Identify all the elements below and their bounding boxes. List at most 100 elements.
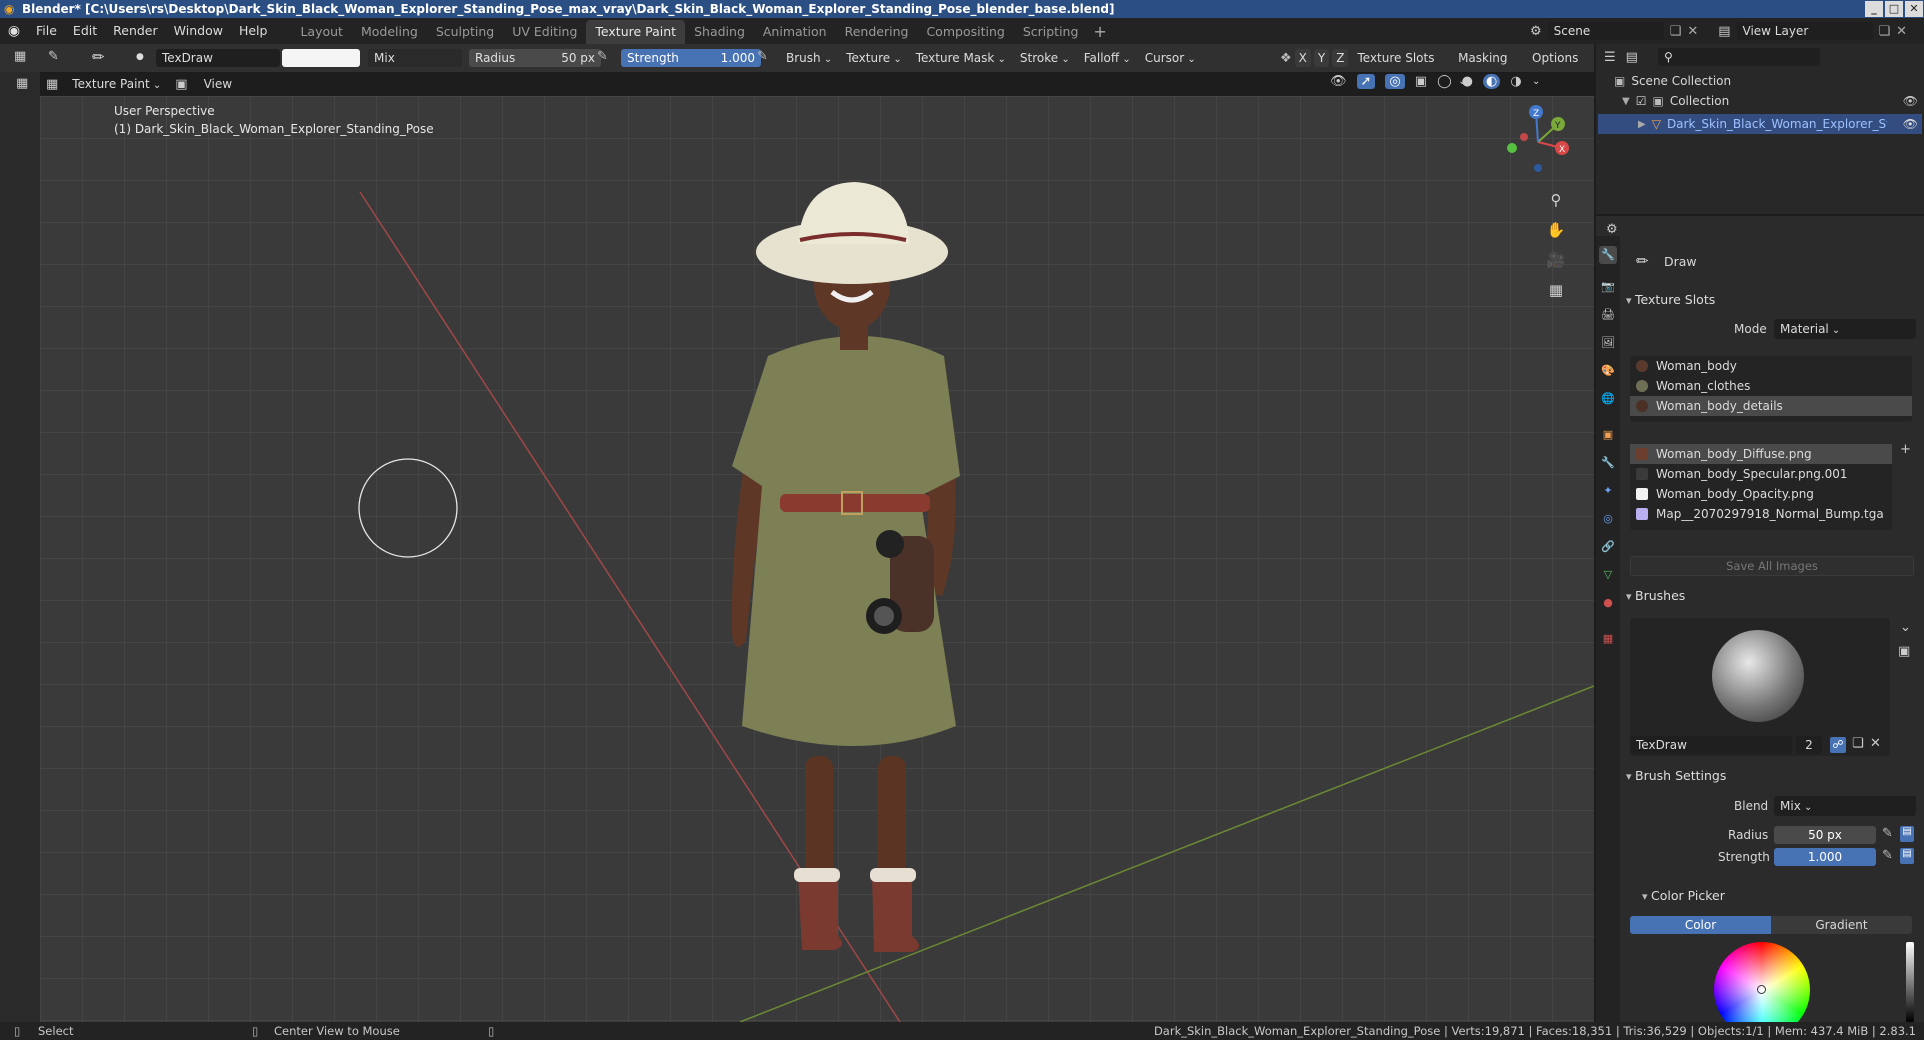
- tab-scripting[interactable]: Scripting: [1014, 20, 1088, 44]
- tab-animation[interactable]: Animation: [754, 20, 836, 44]
- menu-file[interactable]: File: [28, 18, 65, 44]
- scene-icon[interactable]: ⚙: [1530, 24, 1542, 39]
- radius-slider[interactable]: 50 px: [1774, 826, 1876, 844]
- particles-tab-icon[interactable]: ✦: [1599, 482, 1617, 500]
- brush-users-count[interactable]: 2: [1796, 736, 1822, 754]
- checkbox-icon[interactable]: ☑: [1636, 94, 1647, 108]
- radius-pressure-icon[interactable]: ✎: [1882, 826, 1893, 841]
- blender-menu-icon[interactable]: ◉: [0, 23, 28, 39]
- hand-icon[interactable]: ✋: [1544, 218, 1568, 242]
- view-layer-icon[interactable]: ▤: [1718, 24, 1730, 39]
- options-dropdown[interactable]: Options: [1526, 48, 1594, 68]
- strength-pressure-icon[interactable]: ✎: [1882, 848, 1893, 863]
- delete-scene-icon[interactable]: ✕: [1687, 24, 1698, 39]
- object-tab-icon[interactable]: ▣: [1599, 426, 1617, 444]
- scene-field[interactable]: Scene: [1547, 22, 1664, 40]
- image-slot-item[interactable]: Woman_body_Opacity.png: [1630, 484, 1892, 504]
- viewport-3d[interactable]: ▦ Texture Paint ▣ View 👁 ➚ ◎ ▣ ◯ ● ◐ ◑ U…: [40, 74, 1594, 1022]
- outliner-editor-icon[interactable]: ☰: [1604, 50, 1616, 65]
- view-menu[interactable]: View: [196, 77, 240, 91]
- wireframe-shading-icon[interactable]: ◯: [1437, 74, 1452, 89]
- maximize-button[interactable]: □: [1885, 1, 1903, 17]
- outliner-collection[interactable]: ▼ ☑ ▣ Collection 👁: [1622, 94, 1922, 108]
- xray-icon[interactable]: ▣: [1415, 74, 1427, 89]
- color-picker-panel-header[interactable]: Color Picker: [1642, 886, 1902, 906]
- blend-dropdown[interactable]: Mix: [1774, 796, 1916, 816]
- outliner-search-input[interactable]: ⚲: [1657, 48, 1820, 66]
- tab-shading[interactable]: Shading: [685, 20, 754, 44]
- tab-sculpting[interactable]: Sculpting: [427, 20, 503, 44]
- add-workspace-icon[interactable]: +: [1087, 22, 1112, 41]
- gizmo-toggle-icon[interactable]: ➚: [1356, 74, 1376, 89]
- radius-unit-icon[interactable]: ▤: [1900, 826, 1914, 842]
- minimize-button[interactable]: _: [1865, 1, 1883, 17]
- texture-dropdown[interactable]: Texture: [840, 48, 908, 68]
- outliner-scene-collection[interactable]: ▣ Scene Collection: [1614, 74, 1731, 88]
- material-slot-item[interactable]: Woman_clothes: [1630, 376, 1912, 396]
- strength-pressure-icon[interactable]: ✎: [757, 49, 768, 64]
- masking-dropdown[interactable]: Masking: [1452, 48, 1523, 68]
- overlay-toggle-icon[interactable]: ◎: [1385, 74, 1405, 89]
- blend-dropdown[interactable]: Mix: [368, 49, 462, 67]
- tab-layout[interactable]: Layout: [291, 20, 352, 44]
- tool-tab-icon[interactable]: 🔧: [1599, 246, 1617, 264]
- modifier-tab-icon[interactable]: 🔧: [1599, 454, 1617, 472]
- close-button[interactable]: ✕: [1905, 1, 1923, 17]
- material-slot-item-selected[interactable]: Woman_body_details: [1630, 396, 1912, 416]
- cursor-dropdown[interactable]: Cursor: [1139, 48, 1202, 68]
- unlink-brush-icon[interactable]: ✕: [1870, 736, 1881, 751]
- texture-preview-icon[interactable]: ▣: [175, 77, 187, 92]
- image-slot-item[interactable]: Map__2070297918_Normal_Bump.tga: [1630, 504, 1892, 524]
- radius-pressure-icon[interactable]: ✎: [597, 49, 608, 64]
- solid-shading-icon[interactable]: ●: [1462, 74, 1473, 89]
- material-tab-icon[interactable]: ●: [1599, 594, 1617, 612]
- mode-dropdown[interactable]: Texture Paint: [66, 74, 167, 94]
- tab-uv-editing[interactable]: UV Editing: [503, 20, 586, 44]
- scene-tab-icon[interactable]: 🎨: [1599, 362, 1617, 380]
- brush-dropdown[interactable]: Brush: [780, 48, 838, 68]
- render-tab-icon[interactable]: 📷: [1599, 278, 1617, 296]
- editor-type-icon[interactable]: ▦: [14, 49, 26, 64]
- value-slider[interactable]: [1906, 942, 1914, 1022]
- texture-slots-dropdown[interactable]: Texture Slots: [1351, 48, 1449, 68]
- texture-slots-panel-header[interactable]: Texture Slots: [1626, 290, 1916, 310]
- expand-arrow-icon[interactable]: ▼: [1622, 96, 1630, 107]
- falloff-dropdown[interactable]: Falloff: [1078, 48, 1137, 68]
- view-layer-field[interactable]: View Layer: [1736, 22, 1873, 40]
- world-tab-icon[interactable]: 🌐: [1599, 390, 1617, 408]
- image-slot-item[interactable]: Woman_body_Specular.png.001: [1630, 464, 1892, 484]
- menu-help[interactable]: Help: [231, 18, 276, 44]
- tab-color[interactable]: Color: [1630, 916, 1771, 934]
- output-tab-icon[interactable]: 🖨: [1599, 306, 1617, 324]
- mode-icon[interactable]: ✎: [48, 49, 59, 64]
- menu-window[interactable]: Window: [166, 18, 231, 44]
- fake-user-icon[interactable]: ☍: [1830, 737, 1846, 753]
- character-model[interactable]: [690, 116, 1030, 1006]
- strength-slider[interactable]: 1.000: [1774, 848, 1876, 866]
- expand-arrow-icon[interactable]: ▶: [1638, 119, 1646, 130]
- physics-tab-icon[interactable]: ◎: [1599, 510, 1617, 528]
- stroke-dropdown[interactable]: Stroke: [1014, 48, 1076, 68]
- strength-slider[interactable]: Strength 1.000: [621, 49, 761, 67]
- grid-mode-icon[interactable]: ▦: [16, 76, 28, 91]
- brush-icon[interactable]: ✏: [92, 48, 105, 66]
- new-scene-icon[interactable]: ❏: [1670, 24, 1682, 39]
- rendered-shading-icon[interactable]: ◑: [1510, 74, 1521, 89]
- visibility-icon[interactable]: 👁: [1330, 74, 1347, 89]
- constraints-tab-icon[interactable]: 🔗: [1599, 538, 1617, 556]
- brush-image-icon[interactable]: ▣: [1898, 644, 1910, 659]
- eye-icon[interactable]: 👁: [1903, 117, 1918, 131]
- mirror-y-toggle[interactable]: Y: [1313, 49, 1330, 67]
- data-tab-icon[interactable]: ▽: [1599, 566, 1617, 584]
- brush-name-field[interactable]: TexDraw: [156, 49, 280, 67]
- new-view-layer-icon[interactable]: ❏: [1879, 24, 1891, 39]
- delete-view-layer-icon[interactable]: ✕: [1896, 24, 1907, 39]
- color-wheel[interactable]: [1714, 942, 1810, 1022]
- tab-modeling[interactable]: Modeling: [352, 20, 427, 44]
- duplicate-brush-icon[interactable]: ❏: [1852, 736, 1864, 751]
- navigation-gizmo[interactable]: X Y Z: [1498, 102, 1578, 182]
- brushes-panel-header[interactable]: Brushes: [1626, 586, 1916, 606]
- texture-mask-dropdown[interactable]: Texture Mask: [910, 48, 1012, 68]
- brush-options-icon[interactable]: ⌄: [1900, 620, 1911, 635]
- menu-edit[interactable]: Edit: [65, 18, 105, 44]
